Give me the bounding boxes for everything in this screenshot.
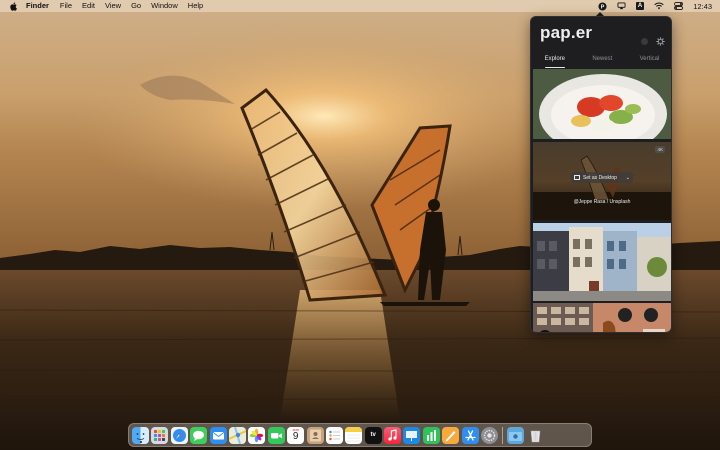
dock-messages-icon[interactable]	[190, 426, 208, 444]
control-center-icon[interactable]	[674, 2, 684, 10]
apple-menu-icon[interactable]	[10, 1, 18, 11]
dock-maps-icon[interactable]	[228, 426, 246, 444]
dock-pages-icon[interactable]	[442, 426, 460, 444]
svg-text:P: P	[601, 4, 605, 10]
wallpaper-thumbnail[interactable]	[533, 69, 671, 139]
dock-notes-icon[interactable]	[345, 426, 363, 444]
tab-vertical[interactable]: Vertical	[638, 54, 662, 66]
menu-edit[interactable]: Edit	[82, 0, 95, 12]
chevron-down-icon[interactable]: ⌄	[626, 175, 630, 181]
paper-popover: pap.er Explore Newest Vertical 4K Set as…	[530, 16, 672, 333]
menu-file[interactable]: File	[60, 0, 72, 12]
dock-music-icon[interactable]	[384, 426, 402, 444]
wallpaper-thumbnail-hovered[interactable]: 4K Set as Desktop ⌄ @Jeppe Rasa / Unspla…	[533, 142, 671, 220]
tab-explore[interactable]: Explore	[543, 54, 567, 68]
set-as-desktop-button[interactable]: Set as Desktop ⌄	[571, 172, 633, 183]
dock-trash-icon[interactable]	[527, 427, 544, 444]
dock-tv-icon[interactable]: tv	[364, 426, 382, 444]
dock: JUN 9 tv	[128, 423, 592, 447]
input-source-icon[interactable]: A	[635, 2, 645, 10]
menu-bar: Finder File Edit View Go Window Help P A…	[0, 0, 720, 12]
dock-facetime-icon[interactable]	[267, 426, 285, 444]
toggle-dot-button[interactable]	[641, 38, 648, 45]
dock-calendar-icon[interactable]: JUN 9	[287, 426, 305, 444]
dock-keynote-icon[interactable]	[403, 426, 421, 444]
photo-credit[interactable]: @Jeppe Rasa / Unsplash	[533, 199, 671, 205]
set-as-desktop-label: Set as Desktop	[583, 174, 617, 181]
tab-newest[interactable]: Newest	[590, 54, 614, 66]
running-indicator	[139, 440, 142, 443]
dock-photos-icon[interactable]	[248, 426, 266, 444]
status-area: P A 12:43	[588, 0, 712, 12]
dock-screenshot-folder-icon[interactable]	[507, 426, 525, 444]
paper-status-icon[interactable]: P	[598, 1, 607, 11]
settings-gear-icon[interactable]	[656, 37, 665, 46]
monitor-icon	[574, 175, 580, 180]
dock-system-preferences-icon[interactable]	[481, 426, 499, 444]
resolution-badge: 4K	[655, 146, 665, 153]
dock-contacts-icon[interactable]	[306, 426, 324, 444]
wifi-icon[interactable]	[654, 2, 664, 10]
calendar-day: 9	[292, 430, 299, 442]
menu-help[interactable]: Help	[188, 0, 203, 12]
menu-go[interactable]: Go	[131, 0, 141, 12]
screen-mirroring-icon[interactable]	[617, 2, 626, 10]
dock-launchpad-icon[interactable]	[151, 426, 169, 444]
wallpaper-thumbnail[interactable]	[533, 223, 671, 301]
dock-numbers-icon[interactable]	[422, 426, 440, 444]
menubar-clock[interactable]: 12:43	[693, 2, 712, 11]
app-logo: pap.er	[540, 23, 593, 42]
dock-finder-icon[interactable]	[132, 426, 149, 444]
dock-safari-icon[interactable]	[170, 426, 188, 444]
category-tabs: Explore Newest Vertical	[531, 54, 671, 68]
wallpaper-thumbnail[interactable]	[533, 303, 671, 332]
menu-window[interactable]: Window	[151, 0, 178, 12]
app-menu-finder[interactable]: Finder	[26, 0, 49, 12]
dock-separator	[502, 426, 504, 444]
tv-label: tv	[370, 432, 376, 438]
dock-app-store-icon[interactable]	[461, 426, 479, 444]
menu-view[interactable]: View	[105, 0, 121, 12]
dock-mail-icon[interactable]	[209, 426, 227, 444]
dock-reminders-icon[interactable]	[325, 426, 343, 444]
